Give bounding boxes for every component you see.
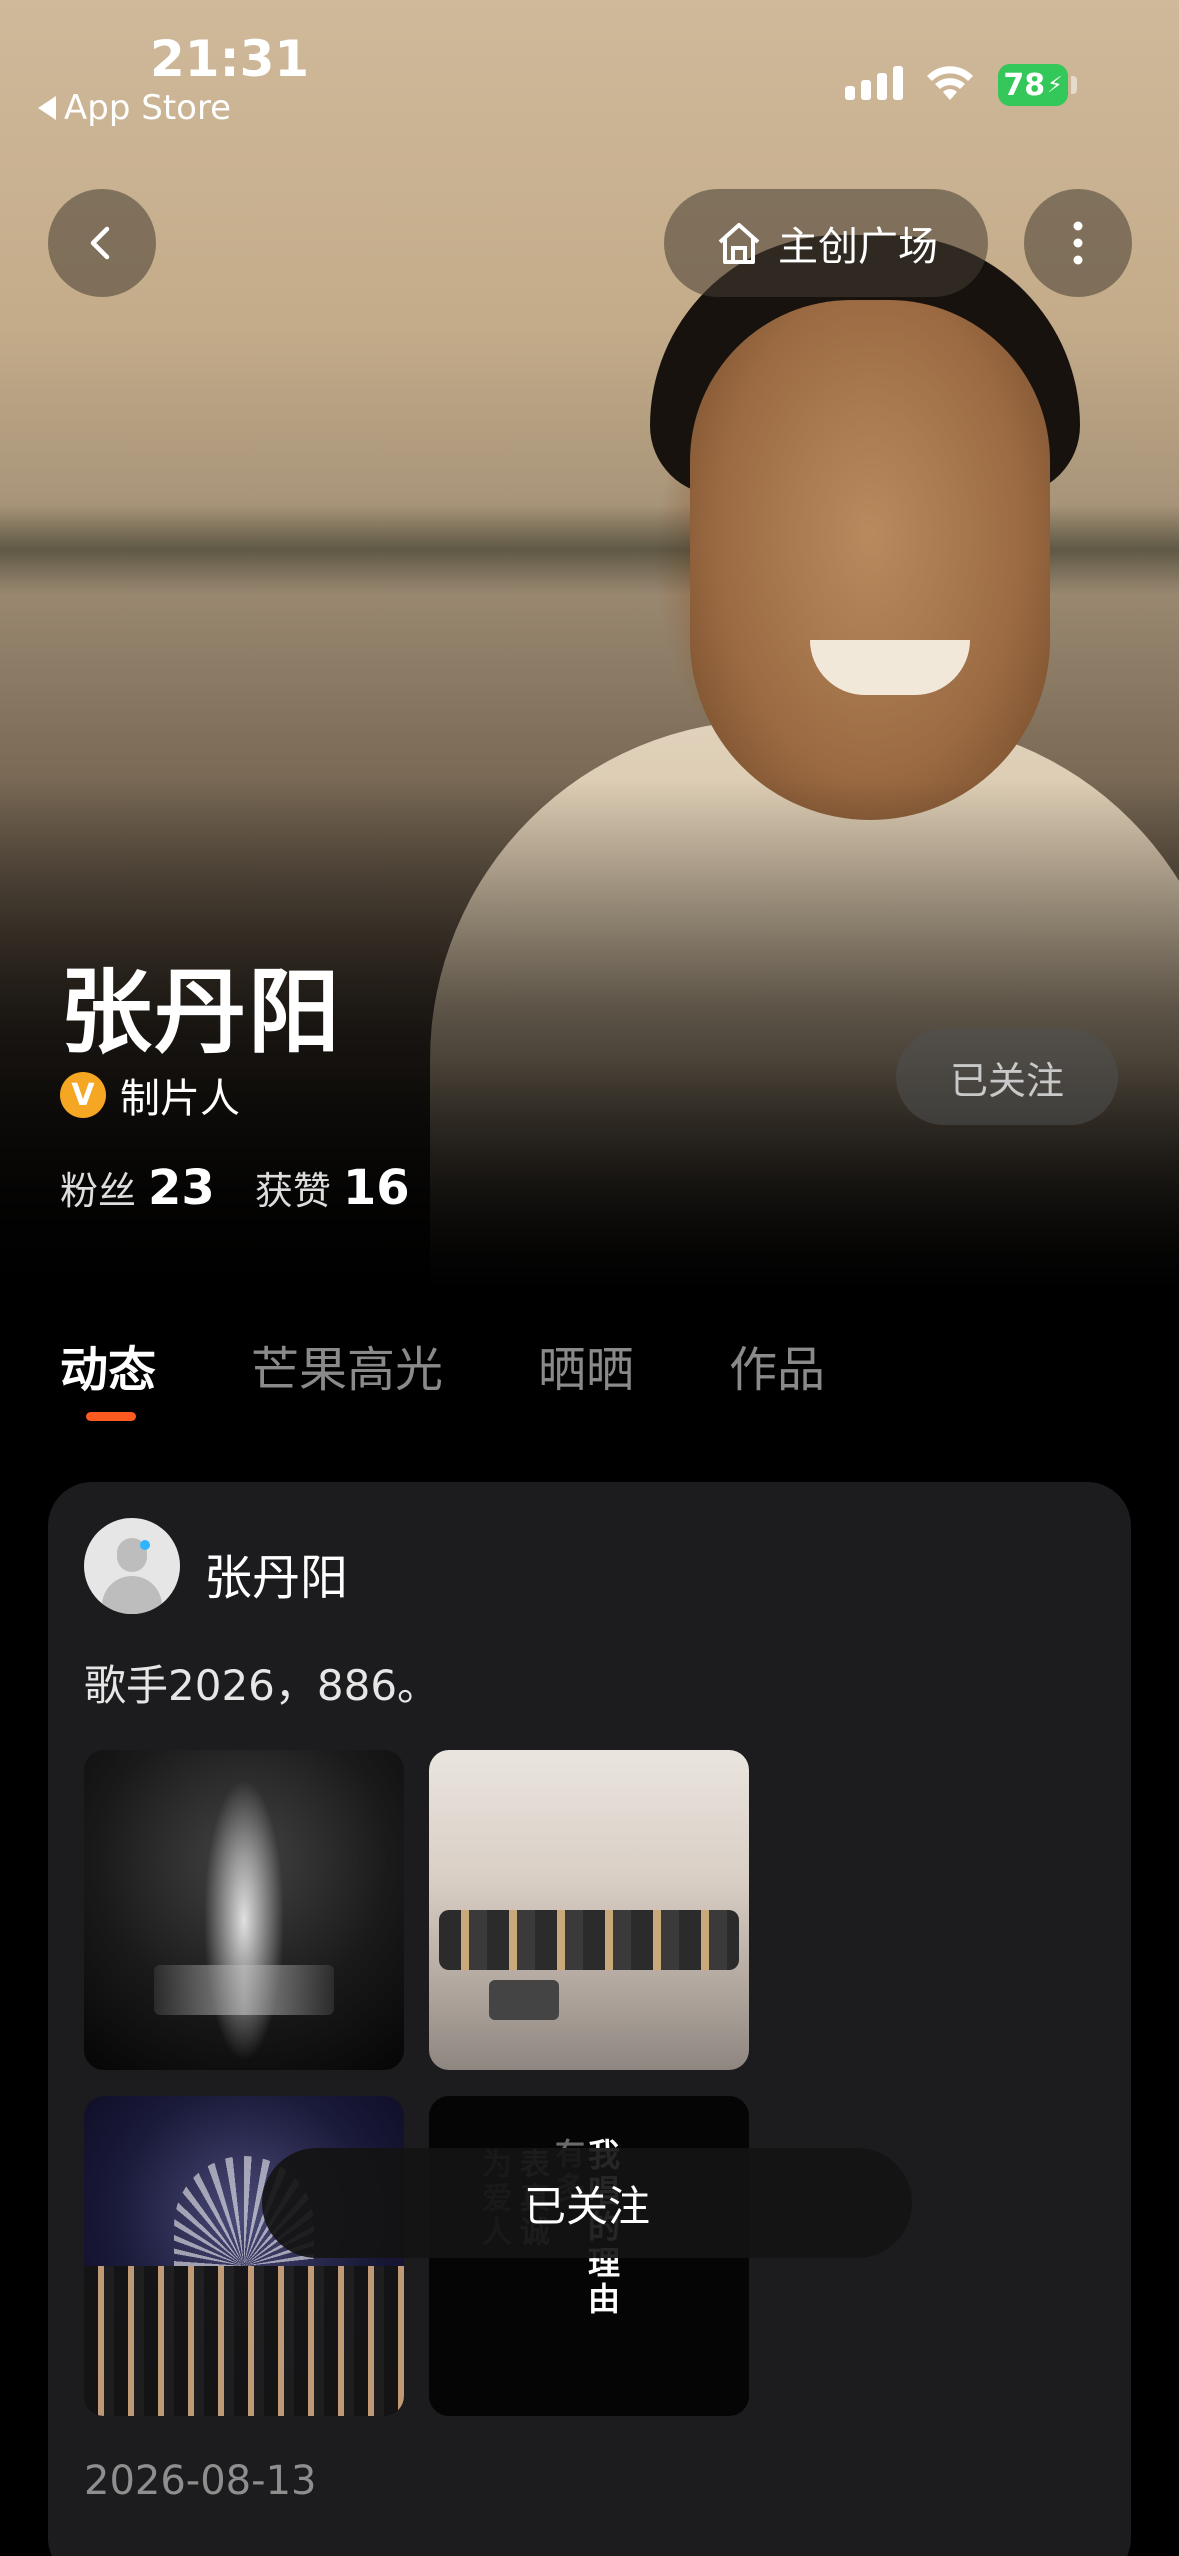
likes-label: 获赞: [254, 1169, 331, 1213]
cellular-signal-icon: [845, 66, 903, 100]
cover-face: [690, 300, 1050, 820]
more-vertical-icon: [1073, 221, 1083, 265]
wifi-icon: [927, 66, 973, 100]
more-button[interactable]: [1024, 189, 1132, 297]
charging-bolt-icon: ⚡: [1047, 72, 1063, 98]
creator-plaza-label: 主创广场: [778, 224, 938, 270]
role-label: 制片人: [120, 1076, 240, 1122]
tab-mango-highlights[interactable]: 芒果高光: [251, 1330, 443, 1400]
post-text: 歌手2026，886。: [84, 1661, 440, 1710]
fans-stat[interactable]: 粉丝 23: [60, 1160, 215, 1216]
post-image-1[interactable]: [84, 1750, 404, 2070]
profile-stats: 粉丝 23 获赞 16: [60, 1160, 410, 1216]
profile-role: V 制片人: [60, 1066, 240, 1124]
post-author-name[interactable]: 张丹阳: [204, 1538, 348, 1608]
tab-share[interactable]: 晒晒: [538, 1330, 634, 1400]
tab-works[interactable]: 作品: [729, 1330, 825, 1400]
likes-count: 16: [342, 1160, 410, 1216]
creator-plaza-button[interactable]: 主创广场: [664, 189, 988, 297]
toast-message: 已关注: [262, 2148, 912, 2258]
battery-level: 78: [1003, 67, 1046, 103]
battery-tip: [1071, 76, 1077, 94]
author-avatar[interactable]: [84, 1518, 180, 1614]
following-button[interactable]: 已关注: [896, 1029, 1118, 1125]
tab-activity[interactable]: 动态: [60, 1330, 156, 1400]
chevron-left-icon: [90, 226, 110, 260]
post-image-2[interactable]: [429, 1750, 749, 2070]
profile-name: 张丹阳: [60, 959, 343, 1066]
fans-count: 23: [148, 1160, 215, 1216]
back-to-app-store[interactable]: App Store: [38, 88, 231, 128]
back-triangle-icon: [38, 96, 56, 120]
status-time: 21:31: [150, 30, 310, 88]
post-date: 2026-08-13: [84, 2458, 317, 2504]
fans-label: 粉丝: [60, 1169, 137, 1213]
status-bar: 21:31 App Store 78 ⚡: [0, 0, 1179, 140]
verified-badge-icon: V: [60, 1072, 106, 1118]
back-app-label: App Store: [64, 88, 232, 128]
profile-tabs: 动态 芒果高光 晒晒 作品: [60, 1330, 920, 1400]
battery-indicator: 78 ⚡: [998, 64, 1068, 106]
home-icon: [718, 223, 760, 264]
active-tab-indicator: [86, 1412, 136, 1421]
back-button[interactable]: [48, 189, 156, 297]
likes-stat: 获赞 16: [255, 1160, 410, 1216]
